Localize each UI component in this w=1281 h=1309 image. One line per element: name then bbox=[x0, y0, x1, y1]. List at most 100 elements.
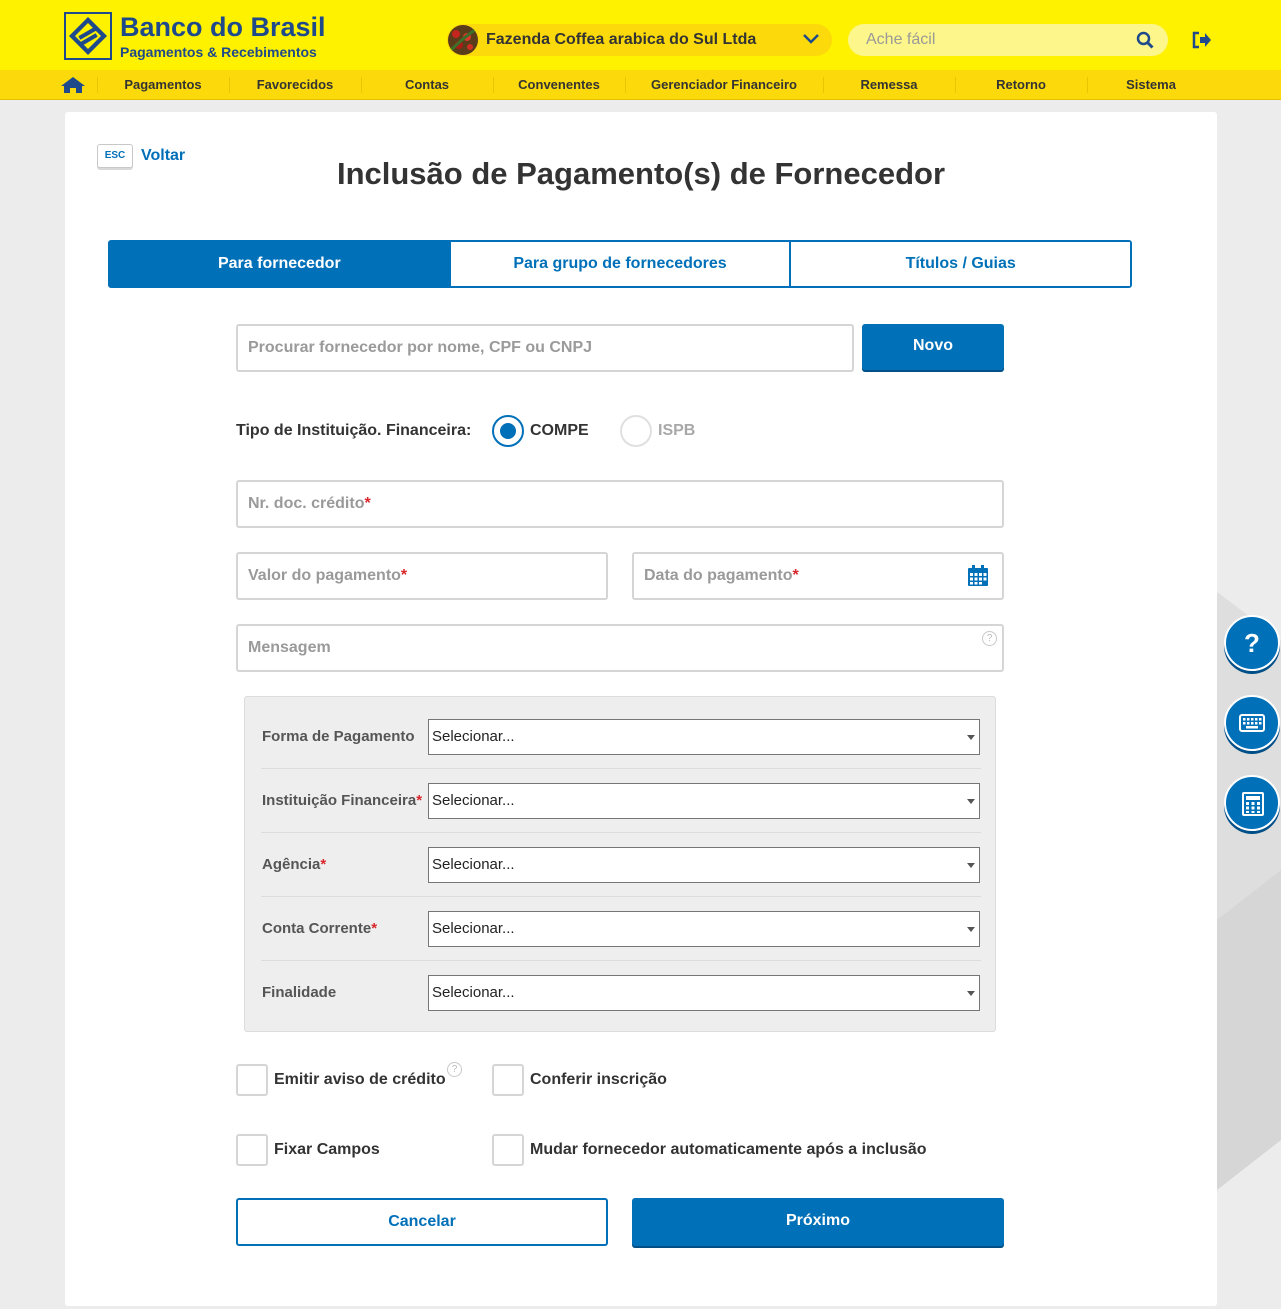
emitir-aviso-help-icon[interactable]: ? bbox=[447, 1062, 462, 1077]
nav-item-convenentes[interactable]: Convenentes bbox=[494, 70, 624, 100]
required-mark: * bbox=[371, 920, 378, 937]
main-nav: Pagamentos Favorecidos Contas Convenente… bbox=[0, 70, 1281, 100]
keyboard-icon bbox=[1239, 714, 1265, 732]
search-icon[interactable] bbox=[1136, 31, 1154, 49]
calculator-icon bbox=[1242, 792, 1264, 816]
cancel-button[interactable]: Cancelar bbox=[236, 1198, 608, 1246]
nav-item-remessa[interactable]: Remessa bbox=[824, 70, 954, 100]
doc-number-input[interactable]: Nr. doc. crédito* bbox=[236, 480, 1004, 528]
nav-item-pagamentos[interactable]: Pagamentos bbox=[98, 70, 228, 100]
nav-item-retorno[interactable]: Retorno bbox=[956, 70, 1086, 100]
main-card: ESC Voltar Inclusão de Pagamento(s) de F… bbox=[65, 112, 1217, 1306]
conta-corrente-value: Selecionar... bbox=[432, 920, 515, 937]
chevron-down-icon bbox=[803, 34, 819, 44]
emitir-aviso-label[interactable]: Emitir aviso de crédito bbox=[274, 1071, 446, 1089]
checkbox-emitir-aviso[interactable] bbox=[236, 1064, 268, 1096]
message-placeholder: Mensagem bbox=[248, 639, 331, 656]
required-mark: * bbox=[792, 567, 799, 584]
agencia-label-text: Agência bbox=[262, 856, 321, 873]
forma-pagamento-label-text: Forma de Pagamento bbox=[262, 728, 415, 745]
new-supplier-button[interactable]: Novo bbox=[862, 324, 1004, 370]
agencia-select[interactable]: Selecionar... bbox=[428, 847, 980, 883]
conferir-inscricao-label[interactable]: Conferir inscrição bbox=[530, 1071, 667, 1089]
agencia-value: Selecionar... bbox=[432, 856, 515, 873]
row-forma-pagamento: Forma de Pagamento Selecionar... bbox=[261, 705, 981, 769]
forma-pagamento-select[interactable]: Selecionar... bbox=[428, 719, 980, 755]
tab-grupo-fornecedores[interactable]: Para grupo de fornecedores bbox=[448, 242, 790, 286]
fixar-campos-label[interactable]: Fixar Campos bbox=[274, 1141, 380, 1159]
checkbox-conferir-inscricao[interactable] bbox=[492, 1064, 524, 1096]
institution-type-label: Tipo de Instituição. Financeira: bbox=[236, 422, 472, 439]
home-icon[interactable] bbox=[60, 76, 86, 94]
forma-pagamento-value: Selecionar... bbox=[432, 728, 515, 745]
required-mark: * bbox=[364, 495, 371, 512]
dropdown-arrow-icon bbox=[967, 735, 975, 740]
supplier-search-placeholder: Procurar fornecedor por nome, CPF ou CNP… bbox=[248, 339, 593, 356]
mudar-fornecedor-label[interactable]: Mudar fornecedor automaticamente após a … bbox=[530, 1141, 927, 1159]
help-button[interactable]: ? bbox=[1224, 615, 1280, 671]
tab-titulos-guias[interactable]: Títulos / Guias bbox=[789, 242, 1131, 286]
radio-compe-label[interactable]: COMPE bbox=[530, 422, 589, 440]
supplier-search-input[interactable]: Procurar fornecedor por nome, CPF ou CNP… bbox=[236, 324, 854, 372]
tab-para-fornecedor[interactable]: Para fornecedor bbox=[110, 242, 449, 286]
nav-item-contas[interactable]: Contas bbox=[362, 70, 492, 100]
radio-ispb-label[interactable]: ISPB bbox=[658, 422, 695, 440]
row-instituicao-financeira: Instituição Financeira* Selecionar... bbox=[261, 769, 981, 833]
message-help-icon[interactable]: ? bbox=[982, 631, 997, 646]
payment-date-label: Data do pagamento bbox=[644, 567, 793, 584]
payment-date-placeholder: Data do pagamento* bbox=[644, 554, 799, 598]
doc-number-label: Nr. doc. crédito bbox=[248, 495, 365, 512]
nav-item-favorecidos[interactable]: Favorecidos bbox=[230, 70, 360, 100]
forma-pagamento-label: Forma de Pagamento bbox=[262, 705, 415, 769]
nav-item-gerenciador-financeiro[interactable]: Gerenciador Financeiro bbox=[626, 70, 822, 100]
brand-subtitle: Pagamentos & Recebimentos bbox=[120, 44, 317, 60]
required-mark: * bbox=[416, 792, 423, 809]
virtual-keyboard-button[interactable] bbox=[1224, 695, 1280, 751]
required-mark: * bbox=[320, 856, 327, 873]
row-agencia: Agência* Selecionar... bbox=[261, 833, 981, 897]
dropdown-arrow-icon bbox=[967, 991, 975, 996]
next-button[interactable]: Próximo bbox=[632, 1198, 1004, 1246]
required-mark: * bbox=[400, 567, 408, 584]
calculator-button[interactable] bbox=[1224, 775, 1280, 831]
finalidade-label: Finalidade bbox=[262, 961, 336, 1025]
checkbox-mudar-fornecedor[interactable] bbox=[492, 1134, 524, 1166]
brand-title: Banco do Brasil bbox=[120, 12, 326, 42]
finalidade-value: Selecionar... bbox=[432, 984, 515, 1001]
agencia-label: Agência* bbox=[262, 833, 326, 897]
company-selector[interactable]: Fazenda Coffea arabica do Sul Ltda bbox=[447, 24, 832, 56]
conta-corrente-select[interactable]: Selecionar... bbox=[428, 911, 980, 947]
payment-value-input[interactable]: Valor do pagamento* bbox=[236, 552, 608, 600]
search-input[interactable] bbox=[866, 30, 1116, 50]
account-panel: Forma de Pagamento Selecionar... Institu… bbox=[244, 696, 996, 1032]
row-conta-corrente: Conta Corrente* Selecionar... bbox=[261, 897, 981, 961]
logout-icon[interactable] bbox=[1192, 31, 1212, 49]
radio-compe[interactable] bbox=[492, 415, 524, 447]
company-name: Fazenda Coffea arabica do Sul Ltda bbox=[486, 31, 757, 48]
instituicao-financeira-label: Instituição Financeira* bbox=[262, 769, 422, 833]
row-finalidade: Finalidade Selecionar... bbox=[261, 961, 981, 1025]
company-avatar bbox=[448, 25, 478, 55]
message-input[interactable]: Mensagem ? bbox=[236, 624, 1004, 672]
payment-value-label: Valor do pagamento bbox=[248, 567, 401, 584]
radio-ispb[interactable] bbox=[620, 415, 652, 447]
calendar-icon[interactable] bbox=[966, 564, 990, 588]
nav-item-sistema[interactable]: Sistema bbox=[1088, 70, 1214, 100]
instituicao-financeira-value: Selecionar... bbox=[432, 792, 515, 809]
payment-date-input[interactable]: Data do pagamento* bbox=[632, 552, 1004, 600]
dropdown-arrow-icon bbox=[967, 863, 975, 868]
bank-logo[interactable] bbox=[64, 12, 112, 60]
finalidade-select[interactable]: Selecionar... bbox=[428, 975, 980, 1011]
dropdown-arrow-icon bbox=[967, 927, 975, 932]
checkbox-fixar-campos[interactable] bbox=[236, 1134, 268, 1166]
conta-corrente-label-text: Conta Corrente bbox=[262, 920, 372, 937]
dropdown-arrow-icon bbox=[967, 799, 975, 804]
page-title: Inclusão de Pagamento(s) de Fornecedor bbox=[336, 156, 946, 191]
instituicao-financeira-select[interactable]: Selecionar... bbox=[428, 783, 980, 819]
payment-value-placeholder: Valor do pagamento* bbox=[248, 554, 407, 598]
instituicao-financeira-label-text: Instituição Financeira bbox=[262, 792, 417, 809]
doc-number-placeholder: Nr. doc. crédito* bbox=[248, 482, 371, 526]
top-header: Banco do Brasil Pagamentos & Recebimento… bbox=[0, 0, 1281, 70]
search-box bbox=[848, 24, 1168, 56]
payment-type-tabs: Para fornecedor Para grupo de fornecedor… bbox=[108, 240, 1132, 288]
